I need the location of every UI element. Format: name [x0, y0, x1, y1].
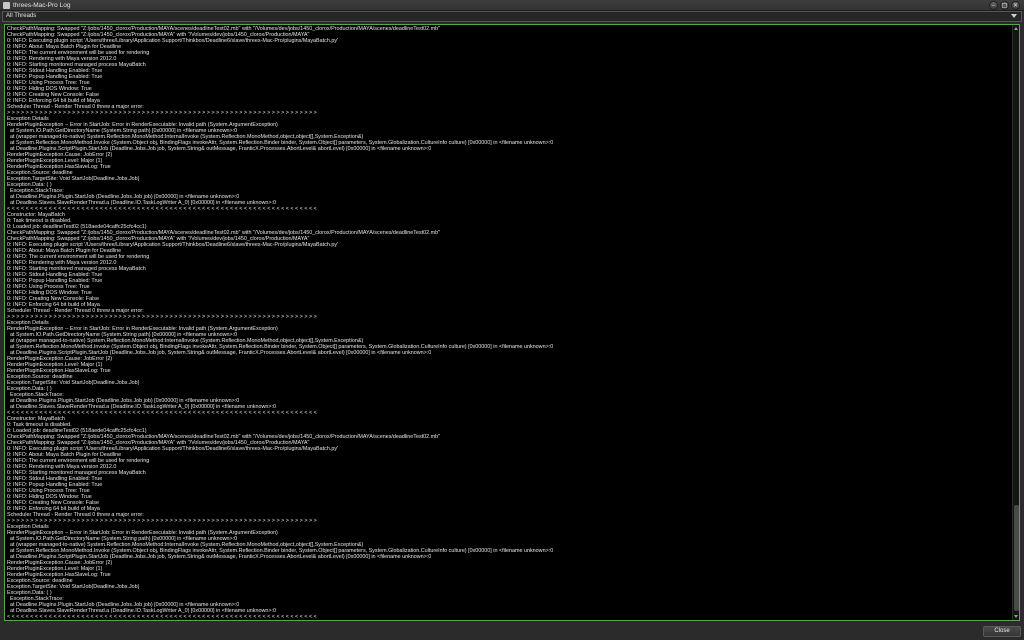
thread-selector[interactable]: All Threads	[2, 11, 1022, 22]
vertical-scrollbar[interactable]	[1012, 25, 1019, 620]
window-title: threes-Mac-Pro Log	[13, 2, 71, 9]
log-text-area[interactable]: CheckPathMapping: Swapped "Z:/jobs/1450_…	[5, 25, 1013, 620]
app-icon	[3, 2, 10, 9]
close-button[interactable]: Close	[983, 626, 1021, 637]
log-line: < < < < < < < < < < < < < < < < < < < < …	[7, 614, 317, 620]
maximize-icon[interactable]: □	[1000, 1, 1009, 10]
minimize-icon[interactable]: –	[989, 1, 998, 10]
scrollbar-thumb[interactable]	[1014, 505, 1019, 611]
scroll-down-icon[interactable]	[1014, 615, 1018, 618]
log-panel: CheckPathMapping: Swapped "Z:/jobs/1450_…	[4, 24, 1020, 621]
scroll-up-icon[interactable]	[1014, 27, 1018, 30]
close-window-icon[interactable]: ×	[1011, 1, 1020, 10]
chevron-down-icon[interactable]	[1011, 14, 1017, 18]
footer: Close	[0, 622, 1024, 640]
title-bar: threes-Mac-Pro Log – □ ×	[0, 0, 1024, 11]
window-controls: – □ ×	[989, 1, 1020, 10]
thread-selector-value: All Threads	[6, 13, 37, 19]
